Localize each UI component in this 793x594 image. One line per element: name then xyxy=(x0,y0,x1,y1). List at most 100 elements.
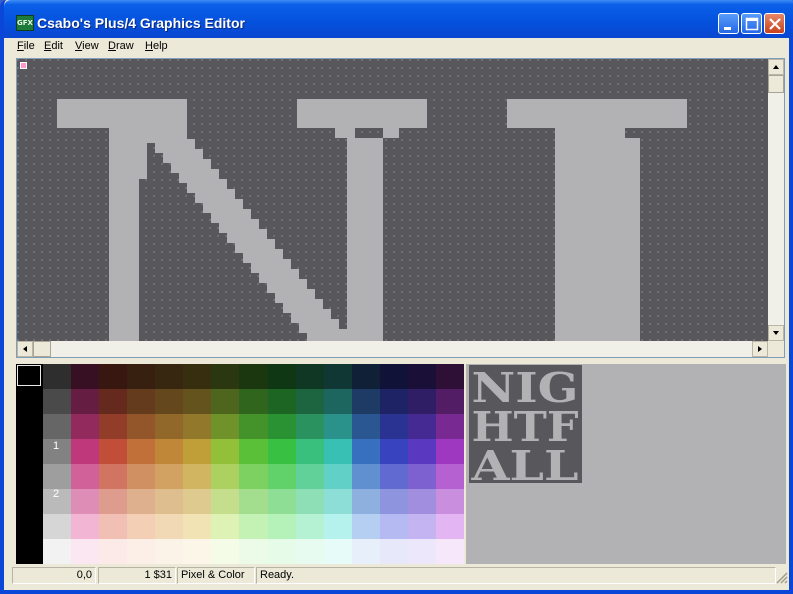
palette-swatch[interactable] xyxy=(352,514,380,539)
palette-swatch[interactable] xyxy=(211,364,239,389)
preview-image[interactable]: NIG HTF ALL xyxy=(469,364,582,490)
palette-swatch[interactable] xyxy=(99,514,127,539)
palette-swatch[interactable] xyxy=(268,514,296,539)
palette-swatch[interactable] xyxy=(99,414,127,439)
palette-swatch[interactable] xyxy=(127,489,155,514)
palette-swatch[interactable] xyxy=(99,439,127,464)
menu-view[interactable]: View xyxy=(75,40,99,52)
palette-swatch[interactable] xyxy=(239,464,268,489)
palette-swatch[interactable] xyxy=(155,389,183,414)
palette-swatch[interactable] xyxy=(127,539,155,564)
palette-swatch[interactable] xyxy=(155,514,183,539)
palette-swatch[interactable] xyxy=(71,439,99,464)
palette-swatch[interactable] xyxy=(71,364,99,389)
palette-swatch[interactable] xyxy=(71,414,99,439)
palette-swatch[interactable] xyxy=(155,539,183,564)
palette-swatch[interactable] xyxy=(436,514,464,539)
palette-swatch[interactable] xyxy=(43,364,71,389)
palette-swatch[interactable] xyxy=(239,514,268,539)
palette-swatch[interactable] xyxy=(436,414,464,439)
palette-swatch[interactable] xyxy=(296,414,324,439)
palette-swatch[interactable] xyxy=(183,464,211,489)
palette-swatch[interactable] xyxy=(183,489,211,514)
palette-swatch[interactable] xyxy=(408,489,436,514)
drawing-canvas[interactable] xyxy=(17,59,768,341)
palette-swatch[interactable] xyxy=(268,364,296,389)
palette-swatch[interactable] xyxy=(380,489,408,514)
palette-swatch[interactable] xyxy=(436,489,464,514)
palette-swatch[interactable] xyxy=(352,464,380,489)
palette-swatch[interactable] xyxy=(183,539,211,564)
palette-swatch[interactable] xyxy=(296,364,324,389)
palette-swatch[interactable] xyxy=(155,439,183,464)
palette-swatch[interactable] xyxy=(99,464,127,489)
maximize-button[interactable] xyxy=(741,13,762,34)
palette-swatch[interactable] xyxy=(296,439,324,464)
scroll-right-button[interactable] xyxy=(752,341,768,357)
palette-swatch[interactable] xyxy=(324,464,352,489)
palette-swatch[interactable] xyxy=(324,364,352,389)
palette-swatch[interactable] xyxy=(99,389,127,414)
palette-swatch[interactable] xyxy=(352,389,380,414)
resize-grip-icon[interactable] xyxy=(775,571,788,584)
palette-swatch[interactable] xyxy=(155,489,183,514)
vertical-scrollbar[interactable] xyxy=(768,59,784,341)
palette-swatch[interactable] xyxy=(183,364,211,389)
palette-swatch[interactable] xyxy=(127,414,155,439)
palette-swatch[interactable] xyxy=(43,414,71,439)
palette-swatch[interactable] xyxy=(155,364,183,389)
palette-swatch[interactable] xyxy=(352,439,380,464)
palette-swatch[interactable] xyxy=(155,414,183,439)
palette-swatch[interactable] xyxy=(43,539,71,564)
palette-swatch[interactable] xyxy=(380,439,408,464)
palette-swatch[interactable] xyxy=(296,464,324,489)
palette-swatch[interactable] xyxy=(211,414,239,439)
gfx-app-icon[interactable]: GFX xyxy=(16,15,34,31)
palette-swatch[interactable] xyxy=(296,539,324,564)
palette-swatch[interactable] xyxy=(408,539,436,564)
palette-swatch[interactable] xyxy=(239,389,268,414)
menu-draw[interactable]: Draw xyxy=(108,40,134,52)
palette-swatch[interactable] xyxy=(127,364,155,389)
palette-swatch[interactable] xyxy=(296,514,324,539)
color-palette[interactable]: 1 2 xyxy=(16,364,464,564)
horizontal-scrollbar[interactable] xyxy=(17,341,768,357)
palette-swatch[interactable] xyxy=(352,489,380,514)
palette-swatch[interactable] xyxy=(324,389,352,414)
palette-swatch[interactable] xyxy=(211,539,239,564)
palette-swatch[interactable] xyxy=(352,364,380,389)
palette-swatch[interactable] xyxy=(127,439,155,464)
palette-swatch[interactable] xyxy=(71,514,99,539)
palette-swatch[interactable] xyxy=(43,514,71,539)
palette-swatch[interactable] xyxy=(324,539,352,564)
palette-swatch[interactable] xyxy=(268,489,296,514)
palette-swatch[interactable] xyxy=(436,389,464,414)
palette-swatch[interactable] xyxy=(155,464,183,489)
title-bar[interactable]: GFX Csabo's Plus/4 Graphics Editor xyxy=(4,0,793,38)
palette-swatch[interactable] xyxy=(408,364,436,389)
palette-swatch[interactable] xyxy=(408,389,436,414)
palette-swatch[interactable] xyxy=(380,414,408,439)
palette-swatch[interactable] xyxy=(324,439,352,464)
palette-swatch[interactable] xyxy=(380,539,408,564)
palette-swatch[interactable] xyxy=(71,464,99,489)
palette-swatch[interactable] xyxy=(239,439,268,464)
menu-help[interactable]: Help xyxy=(145,40,168,52)
vertical-scroll-thumb[interactable] xyxy=(768,75,784,93)
palette-swatch[interactable] xyxy=(183,514,211,539)
palette-swatch[interactable] xyxy=(408,414,436,439)
scroll-down-button[interactable] xyxy=(768,325,784,341)
palette-swatch[interactable] xyxy=(43,464,71,489)
palette-swatch[interactable] xyxy=(408,464,436,489)
palette-swatch[interactable] xyxy=(99,489,127,514)
palette-swatch[interactable] xyxy=(436,439,464,464)
horizontal-scroll-thumb[interactable] xyxy=(33,341,51,357)
menu-edit[interactable]: Edit xyxy=(44,40,63,52)
palette-swatch[interactable] xyxy=(71,539,99,564)
palette-swatch[interactable] xyxy=(408,439,436,464)
menu-file[interactable]: File xyxy=(17,40,35,52)
palette-swatch[interactable] xyxy=(239,414,268,439)
palette-swatch[interactable] xyxy=(324,489,352,514)
palette-swatch[interactable] xyxy=(268,539,296,564)
palette-swatch[interactable] xyxy=(324,414,352,439)
